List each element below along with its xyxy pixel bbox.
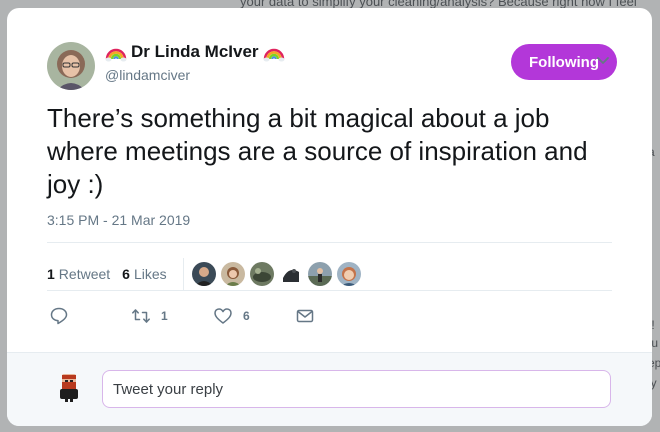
- liker-avatar[interactable]: [307, 262, 332, 286]
- retweet-label: Retweet: [58, 266, 111, 282]
- retweet-icon: [132, 309, 150, 323]
- message-icon: [296, 309, 314, 323]
- user-handle[interactable]: @lindamciver: [105, 67, 190, 83]
- divider: [47, 242, 612, 243]
- likes-label: Likes: [133, 266, 167, 282]
- reply-area: [7, 352, 652, 426]
- like-action-count: 6: [243, 309, 250, 323]
- retweet-button[interactable]: 1: [131, 306, 213, 326]
- reply-input[interactable]: [102, 370, 611, 408]
- rainbow-icon: [263, 42, 285, 62]
- divider: [47, 290, 612, 291]
- reply-button[interactable]: [49, 306, 131, 326]
- tweet-actions: 1 6: [49, 306, 377, 326]
- retweet-stat[interactable]: 1 Retweet: [47, 266, 110, 282]
- tweet-header: Dr Linda McIver @lindamciver Following: [47, 42, 617, 102]
- stats-separator: [182, 258, 184, 290]
- tweet-text: There’s something a bit magical about a …: [47, 103, 588, 199]
- chevron-down-icon[interactable]: [595, 52, 611, 68]
- tweet-stats: 1 Retweet 6 Likes: [47, 258, 361, 290]
- reply-icon: [50, 307, 68, 325]
- tweet-modal: Dr Linda McIver @lindamciver Following T…: [7, 8, 652, 426]
- display-name[interactable]: Dr Linda McIver: [129, 42, 261, 62]
- like-button[interactable]: 6: [213, 306, 295, 326]
- avatar[interactable]: [47, 42, 95, 90]
- liker-avatar[interactable]: [191, 262, 216, 286]
- name-row[interactable]: Dr Linda McIver: [105, 42, 285, 62]
- tweet-timestamp[interactable]: 3:15 PM - 21 Mar 2019: [47, 212, 190, 228]
- likes-count: 6: [122, 266, 130, 282]
- rainbow-icon: [105, 42, 127, 62]
- like-icon: [214, 308, 232, 324]
- likes-stat[interactable]: 6 Likes: [122, 266, 166, 282]
- liker-avatar[interactable]: [278, 262, 303, 286]
- liker-avatars: [191, 262, 361, 286]
- retweet-action-count: 1: [161, 309, 168, 323]
- direct-message-button[interactable]: [295, 306, 377, 326]
- current-user-avatar[interactable]: [53, 371, 85, 403]
- liker-avatar[interactable]: [220, 262, 245, 286]
- retweet-count: 1: [47, 266, 55, 282]
- liker-avatar[interactable]: [249, 262, 274, 286]
- liker-avatar[interactable]: [336, 262, 361, 286]
